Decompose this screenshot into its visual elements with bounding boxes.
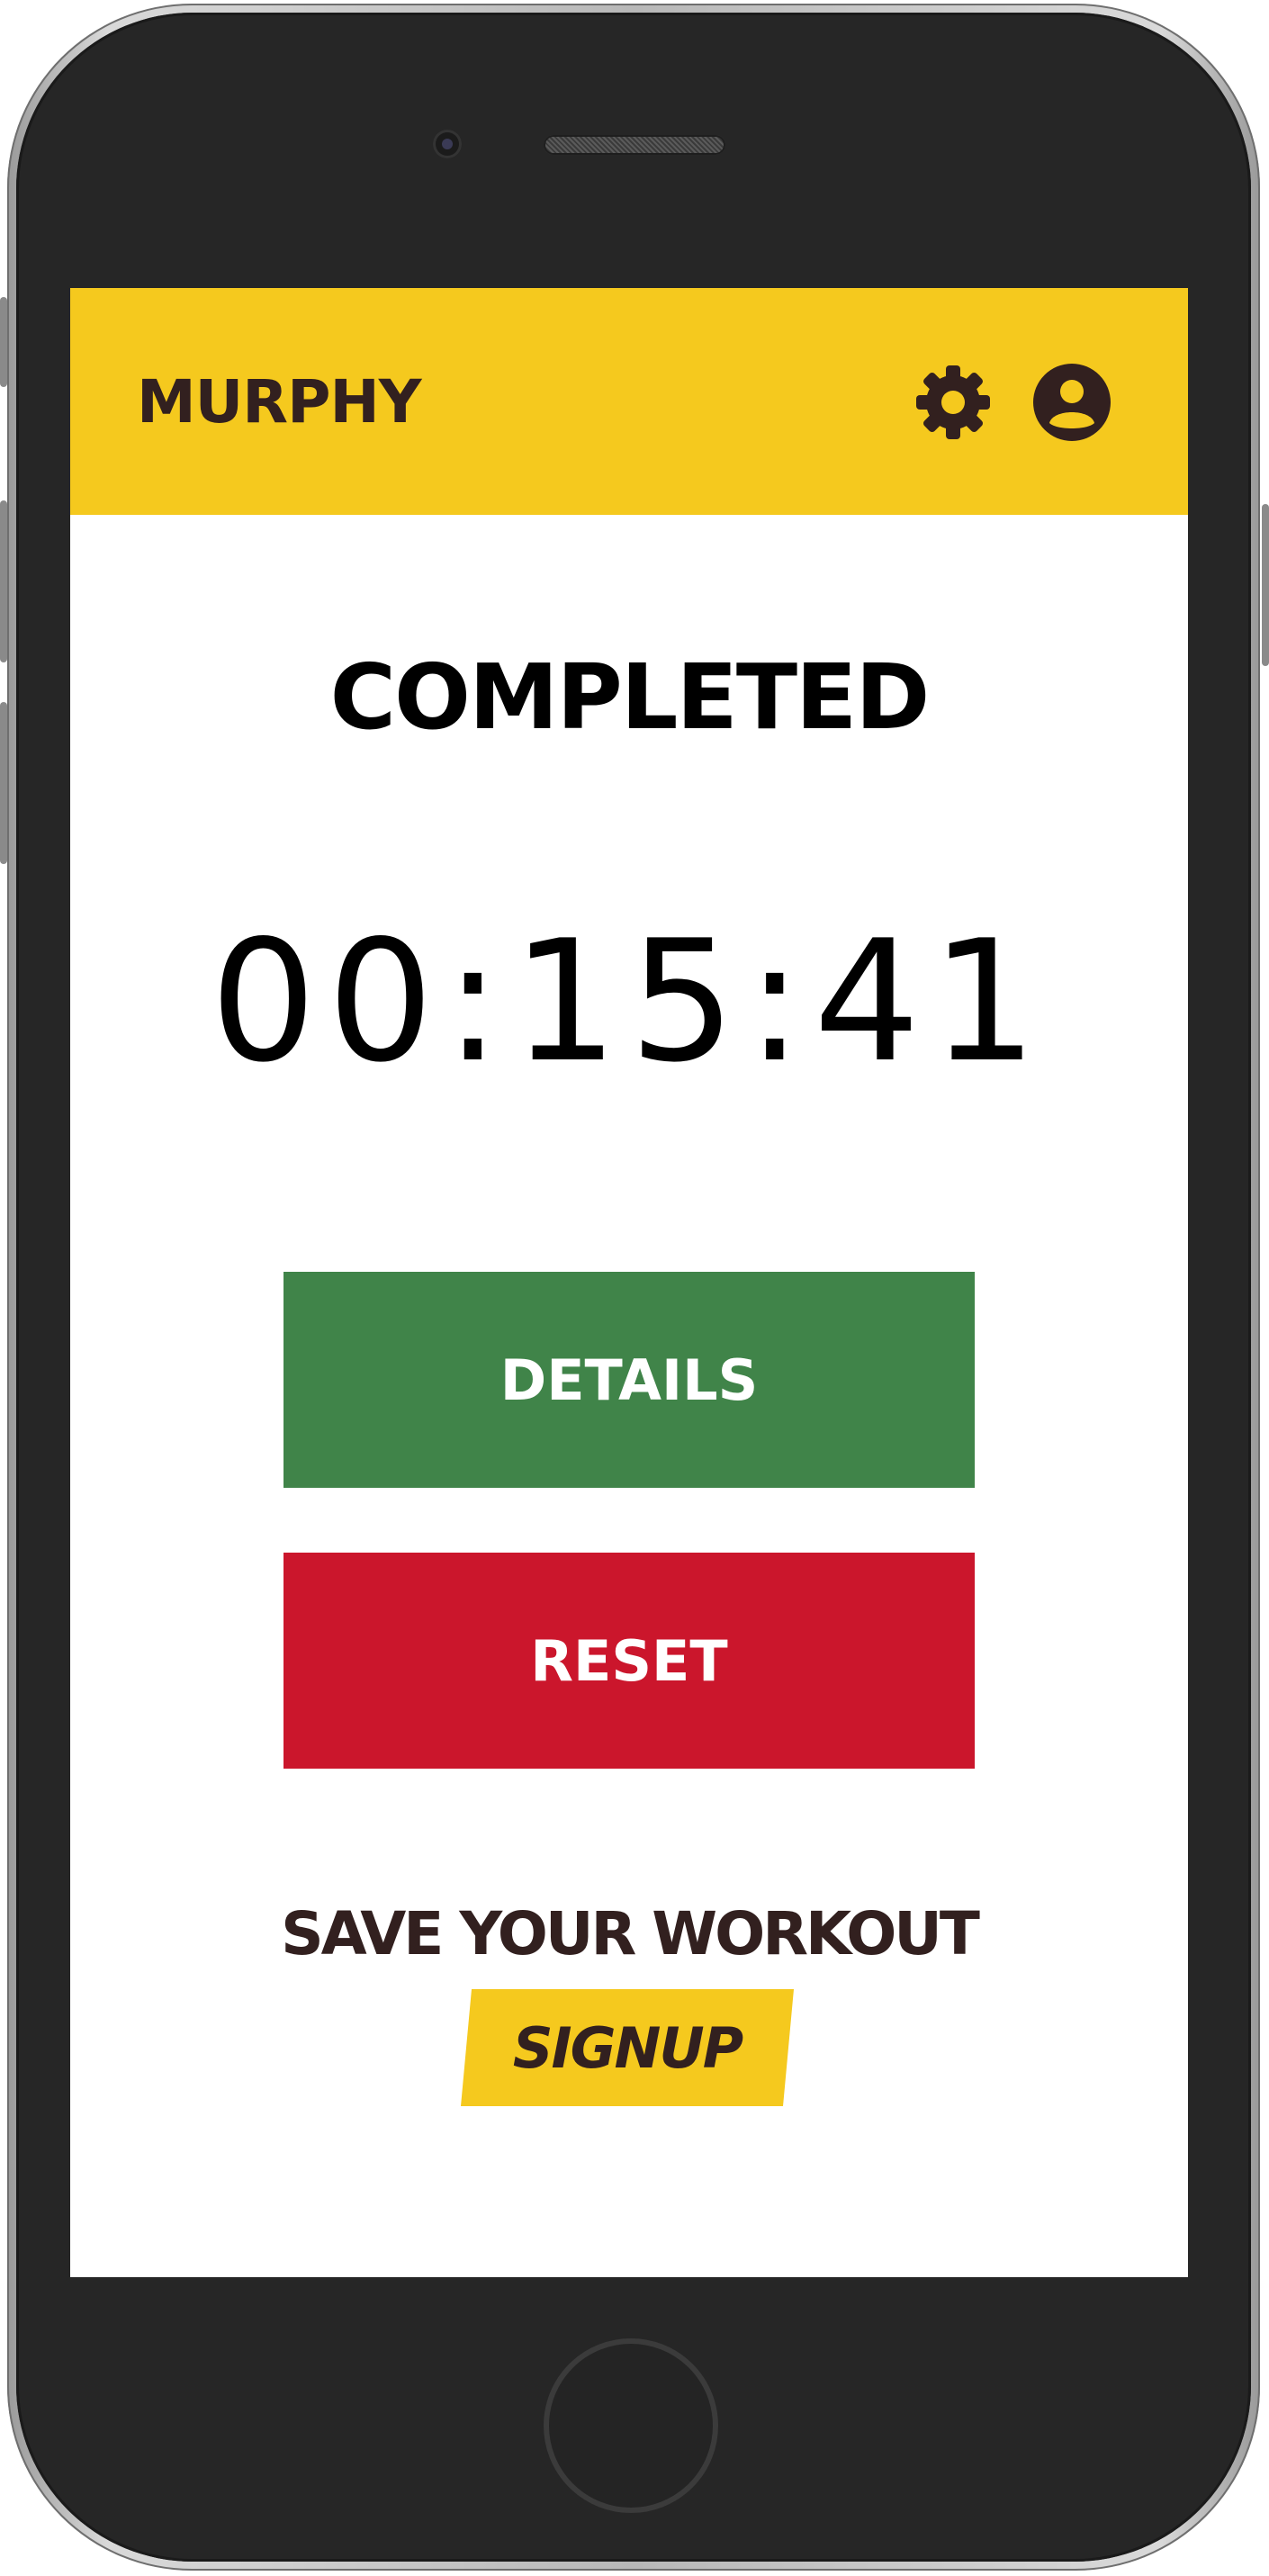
signup-button[interactable]: SIGNUP bbox=[461, 1989, 794, 2106]
phone-side-button bbox=[0, 702, 7, 864]
save-workout-prompt: SAVE YOUR WORKOUT bbox=[281, 1899, 980, 1968]
phone-side-button bbox=[1262, 504, 1269, 666]
details-button[interactable]: DETAILS bbox=[284, 1272, 975, 1488]
gear-icon[interactable] bbox=[913, 362, 994, 443]
phone-side-button bbox=[0, 500, 7, 662]
home-button[interactable] bbox=[544, 2338, 718, 2513]
account-icon-svg bbox=[1033, 364, 1111, 441]
front-camera bbox=[433, 130, 462, 158]
account-circle-icon[interactable] bbox=[1031, 362, 1112, 443]
earpiece-speaker bbox=[544, 135, 725, 155]
phone-side-button bbox=[0, 297, 7, 387]
brand-title: MURPHY bbox=[137, 367, 421, 437]
reset-button[interactable]: RESET bbox=[284, 1553, 975, 1769]
app-screen: MURPHY COMPLETED 00:15:41 DETAILS RESET … bbox=[70, 288, 1188, 2277]
app-header: MURPHY bbox=[70, 288, 1188, 515]
workout-status: COMPLETED bbox=[329, 644, 931, 750]
gear-icon-svg bbox=[916, 365, 990, 439]
elapsed-timer: 00:15:41 bbox=[210, 904, 1048, 1099]
